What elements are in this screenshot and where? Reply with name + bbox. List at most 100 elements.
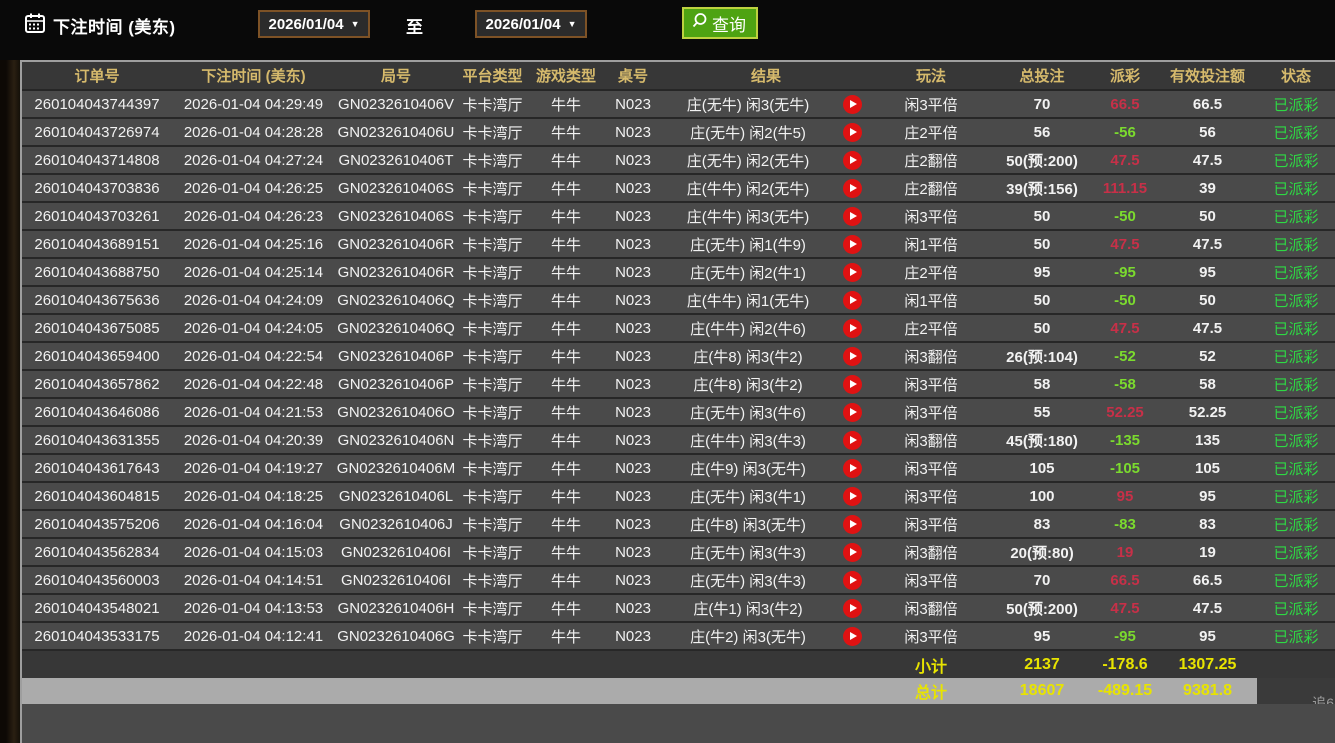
play-triangle <box>850 632 857 640</box>
play-video-icon[interactable] <box>843 599 862 618</box>
play-video-icon[interactable] <box>843 151 862 170</box>
cell-order: 260104043533175 <box>22 622 172 650</box>
play-video-icon[interactable] <box>843 459 862 478</box>
cell-platform: 卡卡湾厅 <box>457 258 528 286</box>
play-triangle <box>850 212 857 220</box>
cell-valid: 66.5 <box>1158 566 1257 594</box>
cell-valid: 47.5 <box>1158 146 1257 174</box>
cell-payout: -105 <box>1092 454 1158 482</box>
cell-table-no: N023 <box>604 566 662 594</box>
cell-table-no: N023 <box>604 482 662 510</box>
play-video-icon[interactable] <box>843 123 862 142</box>
play-video-icon[interactable] <box>843 403 862 422</box>
play-video-icon[interactable] <box>843 263 862 282</box>
cell-valid: 47.5 <box>1158 594 1257 622</box>
cell-order: 260104043675085 <box>22 314 172 342</box>
play-video-icon[interactable] <box>843 207 862 226</box>
table-row: 2601040437032612026-01-04 04:26:23GN0232… <box>22 202 1335 230</box>
cell-table-no: N023 <box>604 370 662 398</box>
cell-valid: 95 <box>1158 258 1257 286</box>
cell-status: 已派彩 <box>1257 370 1335 398</box>
cell-result: 庄(无牛) 闲3(牛6) <box>662 398 834 426</box>
calendar-icon <box>24 12 46 39</box>
cell-time: 2026-01-04 04:25:16 <box>172 230 335 258</box>
cell-icon <box>834 174 870 202</box>
cell-icon <box>834 286 870 314</box>
cell-valid: 19 <box>1158 538 1257 566</box>
play-video-icon[interactable] <box>843 319 862 338</box>
play-video-icon[interactable] <box>843 347 862 366</box>
date-from-select[interactable]: 2026/01/04 ▼ <box>258 10 370 38</box>
cell-platform: 卡卡湾厅 <box>457 426 528 454</box>
play-triangle <box>850 324 857 332</box>
cell-payout: 52.25 <box>1092 398 1158 426</box>
cell-platform: 卡卡湾厅 <box>457 342 528 370</box>
cell-platform: 卡卡湾厅 <box>457 90 528 118</box>
cell-total: 26(预:104) <box>992 342 1092 370</box>
cell-platform: 卡卡湾厅 <box>457 370 528 398</box>
table-row: 2601040437269742026-01-04 04:28:28GN0232… <box>22 118 1335 146</box>
play-triangle <box>850 100 857 108</box>
cell-payout: -95 <box>1092 258 1158 286</box>
page-title: 下注时间 (美东) <box>53 13 176 38</box>
cell-play: 闲3翻倍 <box>870 594 992 622</box>
play-video-icon[interactable] <box>843 627 862 646</box>
date-to-select[interactable]: 2026/01/04 ▼ <box>475 10 587 38</box>
cell-payout: -135 <box>1092 426 1158 454</box>
cell-result: 庄(无牛) 闲3(牛1) <box>662 482 834 510</box>
play-video-icon[interactable] <box>843 431 862 450</box>
cell-round: GN0232610406T <box>335 146 457 174</box>
play-video-icon[interactable] <box>843 95 862 114</box>
cell-total: 83 <box>992 510 1092 538</box>
corner-overlay: 追6 <box>1257 678 1335 704</box>
cell-time: 2026-01-04 04:27:24 <box>172 146 335 174</box>
col-header: 下注时间 (美东) <box>172 62 335 90</box>
cell-round: GN0232610406P <box>335 342 457 370</box>
cell-platform: 卡卡湾厅 <box>457 510 528 538</box>
cell-round: GN0232610406N <box>335 426 457 454</box>
play-triangle <box>850 184 857 192</box>
play-video-icon[interactable] <box>843 487 862 506</box>
cell-game: 牛牛 <box>528 202 604 230</box>
cell-time: 2026-01-04 04:25:14 <box>172 258 335 286</box>
table-row: 2601040435331752026-01-04 04:12:41GN0232… <box>22 622 1335 650</box>
cell-valid: 95 <box>1158 622 1257 650</box>
cell-platform: 卡卡湾厅 <box>457 594 528 622</box>
search-button-label: 查询 <box>712 11 746 36</box>
cell-total: 56 <box>992 118 1092 146</box>
cell-game: 牛牛 <box>528 342 604 370</box>
col-header: 游戏类型 <box>528 62 604 90</box>
cell-table-no: N023 <box>604 118 662 146</box>
cell-status: 已派彩 <box>1257 174 1335 202</box>
cell-result: 庄(无牛) 闲3(无牛) <box>662 90 834 118</box>
cell-result: 庄(牛8) 闲3(牛2) <box>662 370 834 398</box>
play-video-icon[interactable] <box>843 515 862 534</box>
table-row: 2601040435480212026-01-04 04:13:53GN0232… <box>22 594 1335 622</box>
cell-time: 2026-01-04 04:16:04 <box>172 510 335 538</box>
cell-total: 50 <box>992 202 1092 230</box>
cell-payout: 66.5 <box>1092 566 1158 594</box>
play-triangle <box>850 128 857 136</box>
cell-total: 50(预:200) <box>992 594 1092 622</box>
search-button[interactable]: 查询 <box>682 7 758 39</box>
cell-time: 2026-01-04 04:20:39 <box>172 426 335 454</box>
play-triangle <box>850 604 857 612</box>
cell-play: 闲3翻倍 <box>870 538 992 566</box>
cell-status: 已派彩 <box>1257 398 1335 426</box>
cell-result: 庄(牛牛) 闲1(无牛) <box>662 286 834 314</box>
cell-total: 58 <box>992 370 1092 398</box>
play-video-icon[interactable] <box>843 235 862 254</box>
play-video-icon[interactable] <box>843 179 862 198</box>
play-video-icon[interactable] <box>843 571 862 590</box>
play-video-icon[interactable] <box>843 291 862 310</box>
cell-order: 260104043689151 <box>22 230 172 258</box>
cell-game: 牛牛 <box>528 174 604 202</box>
cell-status: 已派彩 <box>1257 482 1335 510</box>
play-video-icon[interactable] <box>843 543 862 562</box>
play-video-icon[interactable] <box>843 375 862 394</box>
grand-total-total-bet: 18607 <box>992 678 1092 704</box>
cell-icon <box>834 118 870 146</box>
play-triangle <box>850 268 857 276</box>
cell-total: 95 <box>992 258 1092 286</box>
cell-time: 2026-01-04 04:21:53 <box>172 398 335 426</box>
